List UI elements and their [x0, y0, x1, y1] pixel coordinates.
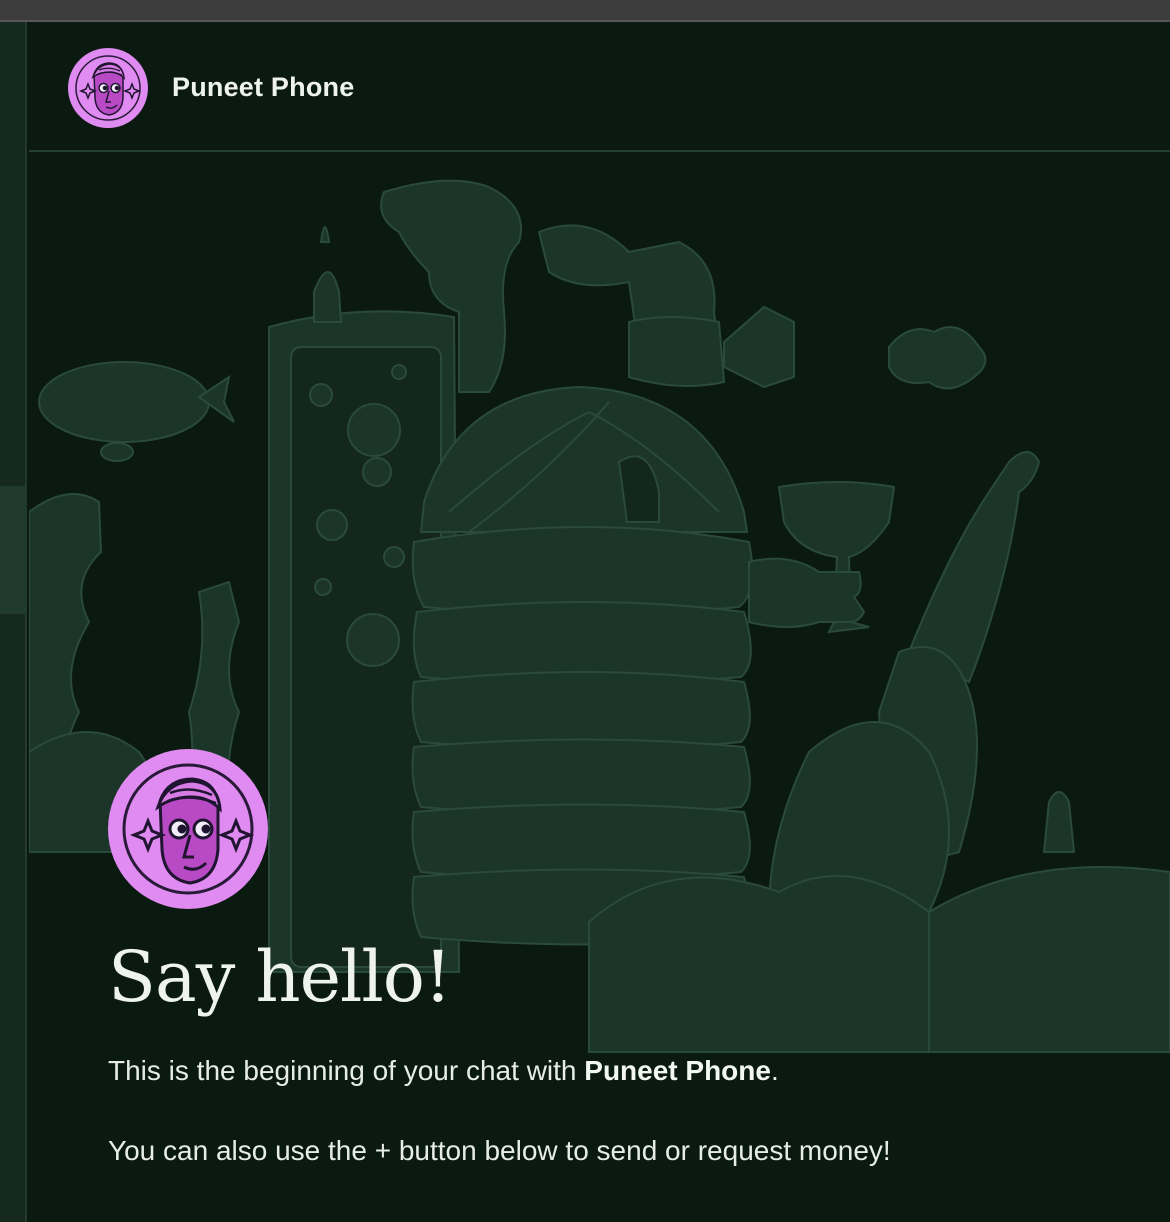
chat-pane: Puneet Phone Say hello! This is the begi…	[29, 22, 1170, 1222]
intro-avatar	[108, 749, 268, 909]
intro-line-suffix: .	[770, 1055, 779, 1086]
window-title-bar	[0, 0, 1170, 22]
cartoon-face-avatar-icon	[122, 763, 255, 895]
sidebar-selected-highlight	[0, 486, 27, 614]
left-sidebar-edge[interactable]	[0, 22, 27, 1222]
intro-title: Say hello!	[108, 936, 452, 1018]
chat-header: Puneet Phone	[29, 22, 1170, 152]
intro-contact-name: Puneet Phone	[584, 1055, 771, 1086]
intro-line-prefix: This is the beginning of your chat with	[108, 1055, 585, 1086]
contact-avatar[interactable]	[68, 48, 148, 128]
chat-intro: Say hello! This is the beginning of your…	[108, 749, 1108, 1169]
intro-line-money-tip: You can also use the + button below to s…	[108, 1135, 891, 1166]
contact-name[interactable]: Puneet Phone	[172, 72, 354, 103]
intro-line-beginning: This is the beginning of your chat with …	[108, 1053, 1108, 1089]
cartoon-face-avatar-icon	[75, 55, 142, 121]
